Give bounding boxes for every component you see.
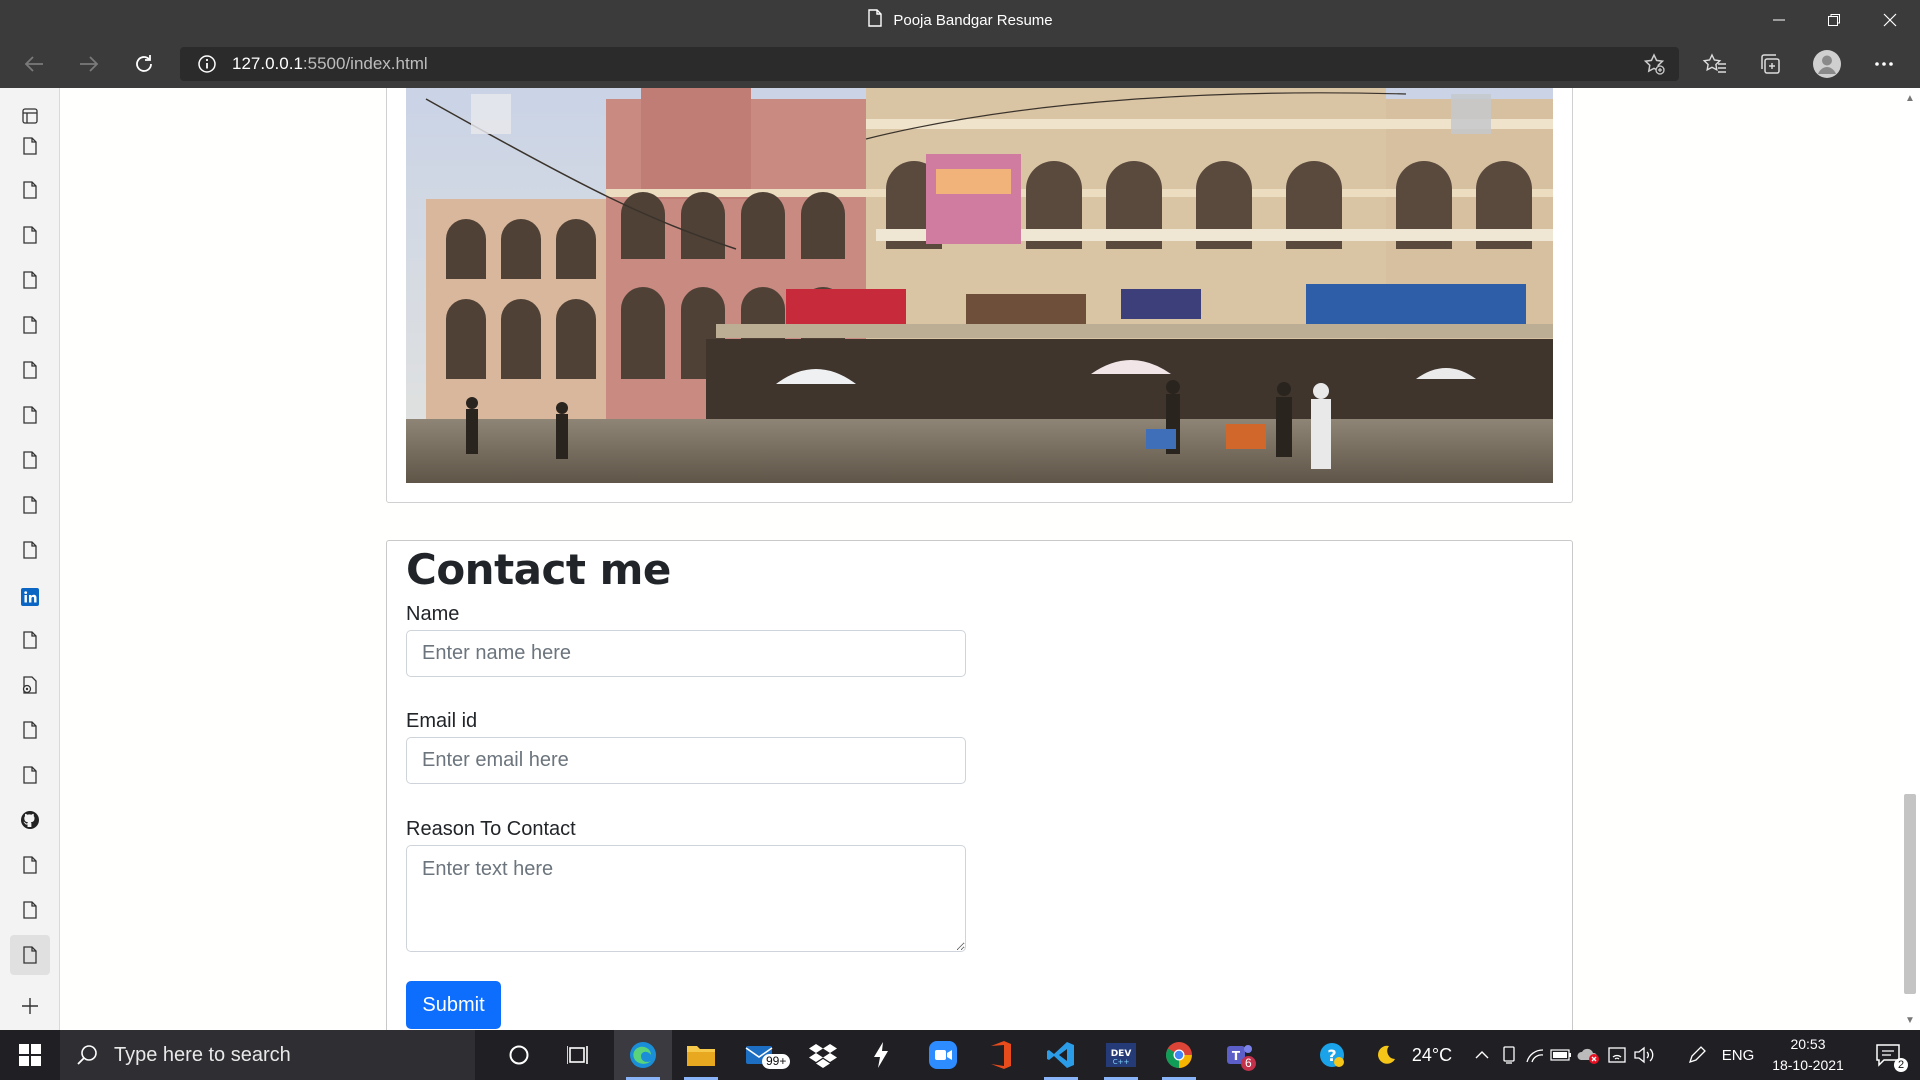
weather-temperature[interactable]: 24°C — [1404, 1030, 1460, 1080]
favorites-icon[interactable] — [1697, 46, 1733, 82]
url-host: 127.0.0.1 — [232, 54, 303, 73]
cortana-icon[interactable] — [490, 1030, 548, 1080]
tab-page-icon[interactable] — [10, 215, 50, 255]
tab-page-icon[interactable] — [10, 440, 50, 480]
collections-icon[interactable] — [1752, 46, 1788, 82]
edge-browser-icon[interactable] — [614, 1030, 672, 1080]
search-icon — [76, 1044, 98, 1066]
network-icon[interactable] — [1522, 1030, 1548, 1080]
reason-label: Reason To Contact — [406, 818, 576, 840]
tab-page-settings-icon[interactable] — [10, 665, 50, 705]
svg-text:C++: C++ — [1113, 1058, 1130, 1066]
battery-icon[interactable] — [1548, 1030, 1574, 1080]
refresh-button[interactable] — [126, 46, 162, 82]
teams-badge: 6 — [1241, 1056, 1256, 1071]
window-title-bar: Pooja Bandgar Resume — [0, 0, 1920, 40]
notifications-badge: 2 — [1894, 1058, 1909, 1072]
tab-page-icon[interactable] — [10, 260, 50, 300]
scroll-thumb[interactable] — [1904, 794, 1916, 994]
tab-page-icon[interactable] — [10, 485, 50, 525]
name-label: Name — [406, 603, 460, 625]
dropbox-icon[interactable] — [794, 1030, 852, 1080]
help-icon[interactable]: ? — [1310, 1030, 1354, 1080]
tab-page-icon-active[interactable] — [10, 935, 50, 975]
more-menu-icon[interactable] — [1866, 46, 1902, 82]
add-favorite-icon[interactable] — [1641, 51, 1667, 77]
contact-card: Contact me Name Email id Reason To Conta… — [386, 540, 1573, 1030]
profile-avatar[interactable] — [1809, 46, 1845, 82]
email-field[interactable] — [406, 737, 966, 784]
tab-page-icon[interactable] — [10, 530, 50, 570]
forward-button[interactable] — [71, 46, 107, 82]
tab-page-icon[interactable] — [10, 710, 50, 750]
close-button[interactable] — [1862, 0, 1918, 40]
vscode-icon[interactable] — [1032, 1030, 1090, 1080]
windows-taskbar: Type here to search 99+ DEV C++ T 6 ? 24… — [0, 1030, 1920, 1080]
market-photo — [406, 88, 1553, 483]
device-icon[interactable] — [1496, 1030, 1522, 1080]
contact-heading: Contact me — [406, 545, 671, 594]
photo-card — [386, 88, 1573, 503]
submit-button[interactable]: Submit — [406, 981, 501, 1029]
chrome-icon[interactable] — [1150, 1030, 1208, 1080]
pen-icon[interactable] — [1684, 1030, 1710, 1080]
window-title-text: Pooja Bandgar Resume — [893, 11, 1053, 29]
address-bar[interactable]: 127.0.0.1:5500/index.html — [180, 47, 1679, 81]
url-path: :5500/index.html — [302, 54, 428, 73]
site-info-icon[interactable] — [196, 53, 218, 75]
wifi-icon[interactable] — [1604, 1030, 1630, 1080]
search-placeholder: Type here to search — [114, 1043, 291, 1066]
volume-icon[interactable] — [1630, 1030, 1658, 1080]
page-scrollbar[interactable]: ▲ ▼ — [1900, 88, 1920, 1030]
window-title: Pooja Bandgar Resume — [0, 0, 1920, 40]
back-button[interactable] — [16, 46, 52, 82]
scroll-down-arrow[interactable]: ▼ — [1904, 1014, 1916, 1026]
tab-page-icon[interactable] — [10, 755, 50, 795]
minimize-button[interactable] — [1751, 0, 1807, 40]
office-icon[interactable] — [972, 1030, 1030, 1080]
vertical-tab-strip — [0, 88, 60, 1030]
show-hidden-icons[interactable] — [1470, 1030, 1494, 1080]
tab-page-icon[interactable] — [10, 170, 50, 210]
tab-page-icon[interactable] — [10, 395, 50, 435]
language-indicator[interactable]: ENG — [1716, 1030, 1760, 1080]
restore-button[interactable] — [1806, 0, 1862, 40]
tab-page-icon[interactable] — [10, 305, 50, 345]
app-lightning-icon[interactable] — [852, 1030, 910, 1080]
mail-badge: 99+ — [762, 1054, 791, 1069]
tab-page-icon[interactable] — [10, 126, 50, 166]
svg-text:T: T — [1232, 1049, 1241, 1063]
onedrive-icon[interactable] — [1574, 1030, 1602, 1080]
notifications-icon[interactable]: 2 — [1864, 1030, 1912, 1080]
weather-moon-icon[interactable] — [1368, 1030, 1402, 1080]
page-icon — [867, 9, 883, 31]
name-field[interactable] — [406, 630, 966, 677]
email-label: Email id — [406, 710, 478, 732]
task-view-icon[interactable] — [550, 1030, 608, 1080]
taskbar-search-box[interactable]: Type here to search — [60, 1030, 475, 1080]
tab-linkedin-icon[interactable] — [10, 577, 50, 617]
reason-field[interactable] — [406, 845, 966, 952]
tab-page-icon[interactable] — [10, 890, 50, 930]
devcpp-icon[interactable]: DEV C++ — [1092, 1030, 1150, 1080]
page-viewport: Contact me Name Email id Reason To Conta… — [60, 88, 1900, 1030]
start-button[interactable] — [0, 1030, 60, 1080]
file-explorer-icon[interactable] — [672, 1030, 730, 1080]
tab-page-icon[interactable] — [10, 350, 50, 390]
teams-icon[interactable]: T 6 — [1210, 1030, 1268, 1080]
clock-date: 18-10-2021 — [1772, 1057, 1844, 1073]
clock-time: 20:53 — [1790, 1036, 1826, 1052]
new-tab-button[interactable] — [10, 986, 50, 1026]
clock[interactable]: 20:53 18-10-2021 — [1760, 1034, 1856, 1076]
tab-page-icon[interactable] — [10, 845, 50, 885]
zoom-icon[interactable] — [914, 1030, 972, 1080]
tab-github-icon[interactable] — [10, 800, 50, 840]
mail-icon[interactable]: 99+ — [732, 1030, 791, 1080]
tab-page-icon[interactable] — [10, 620, 50, 660]
url-text[interactable]: 127.0.0.1:5500/index.html — [232, 54, 428, 74]
browser-toolbar: 127.0.0.1:5500/index.html — [0, 40, 1920, 88]
scroll-up-arrow[interactable]: ▲ — [1904, 92, 1916, 104]
